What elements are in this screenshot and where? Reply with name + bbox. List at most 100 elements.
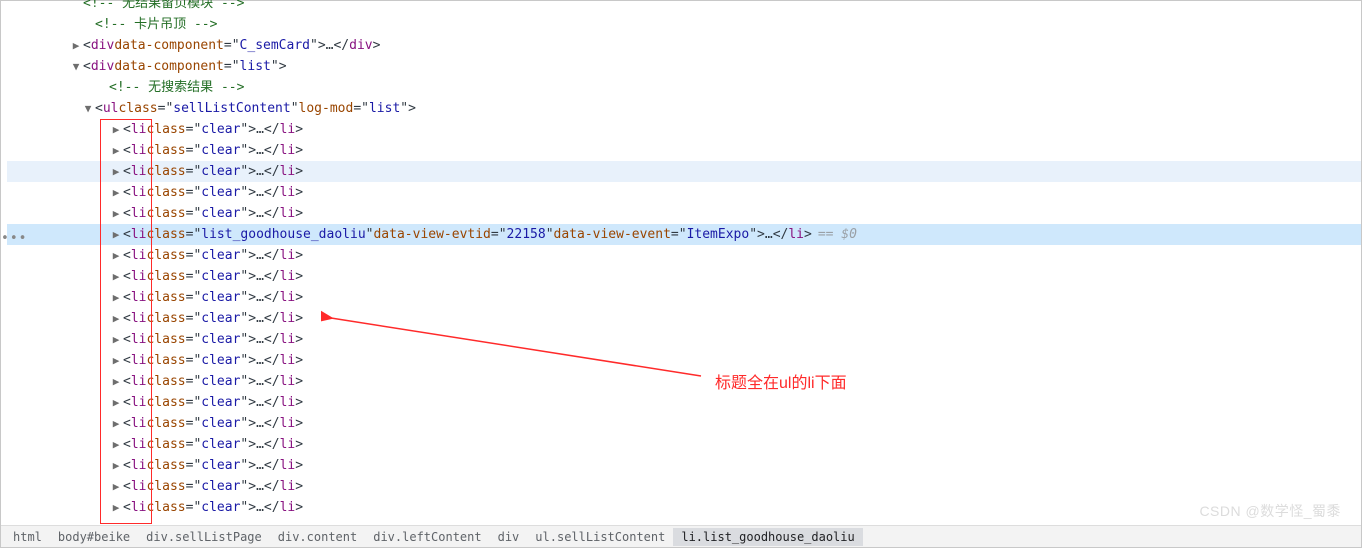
expand-arrow-icon[interactable]: ▶ [111, 224, 121, 245]
selected-element-marker: == $0 [818, 224, 857, 245]
ellipsis-icon: … [256, 329, 264, 350]
li-clear-line[interactable]: ▶<li class="clear">…</li> [7, 266, 1361, 287]
expand-arrow-icon[interactable]: ▶ [111, 329, 121, 350]
attr-name: class [146, 161, 185, 182]
expand-arrow-icon[interactable]: ▶ [71, 35, 81, 56]
li-clear-line[interactable]: ▶<li class="clear">…</li> [7, 308, 1361, 329]
tag-name: li [280, 287, 296, 308]
tag-name: li [280, 392, 296, 413]
li-clear-line[interactable]: ▶<li class="clear">…</li> [7, 497, 1361, 518]
attr-name: data-view-evtid [373, 224, 490, 245]
li-clear-line[interactable]: ▶<li class="clear">…</li> [7, 161, 1361, 182]
dom-tree-line[interactable]: <!-- 无结果留页模块 --> [7, 0, 1361, 14]
attr-value: clear [201, 287, 240, 308]
tag-name: li [280, 497, 296, 518]
li-clear-line[interactable]: ▶<li class="clear">…</li> [7, 392, 1361, 413]
div-list-line[interactable]: ▼<div data-component="list"> [7, 56, 1361, 77]
breadcrumb-item[interactable]: ul.sellListContent [527, 528, 673, 546]
tag-name: li [280, 350, 296, 371]
expand-arrow-icon[interactable]: ▶ [111, 371, 121, 392]
tag-name: li [280, 455, 296, 476]
expand-arrow-icon[interactable]: ▶ [111, 308, 121, 329]
ul-line[interactable]: ▼<ul class="sellListContent" log-mod="li… [7, 98, 1361, 119]
attr-name: data-component [114, 56, 224, 77]
expand-arrow-icon[interactable]: ▶ [111, 203, 121, 224]
ellipsis-icon: … [326, 35, 334, 56]
tag-name: li [131, 287, 147, 308]
ellipsis-icon: … [256, 119, 264, 140]
li-clear-line[interactable]: ▶<li class="clear">…</li> [7, 140, 1361, 161]
tag-name: li [131, 413, 147, 434]
attr-value: list_goodhouse_daoliu [201, 224, 365, 245]
li-clear-line[interactable]: ▶<li class="clear">…</li> [7, 182, 1361, 203]
attr-value: clear [201, 350, 240, 371]
attr-name: class [146, 455, 185, 476]
attr-value: clear [201, 140, 240, 161]
li-goodhouse-line[interactable]: ▶<li class="list_goodhouse_daoliu " data… [7, 224, 1361, 245]
li-clear-line[interactable]: ▶<li class="clear">…</li> [7, 203, 1361, 224]
li-clear-line[interactable]: ▶<li class="clear">…</li> [7, 329, 1361, 350]
expand-arrow-icon[interactable]: ▶ [111, 161, 121, 182]
ellipsis-icon: … [256, 371, 264, 392]
expand-arrow-icon[interactable]: ▶ [111, 245, 121, 266]
breadcrumb-item[interactable]: div.sellListPage [138, 528, 270, 546]
expand-arrow-icon[interactable]: ▶ [111, 497, 121, 518]
expand-arrow-icon[interactable]: ▶ [111, 350, 121, 371]
li-clear-line[interactable]: ▶<li class="clear">…</li> [7, 434, 1361, 455]
li-clear-line[interactable]: ▶<li class="clear">…</li> [7, 119, 1361, 140]
attr-name: class [146, 476, 185, 497]
li-clear-line[interactable]: ▶<li class="clear">…</li> [7, 476, 1361, 497]
expand-arrow-icon[interactable]: ▶ [111, 119, 121, 140]
breadcrumb-item[interactable]: div.leftContent [365, 528, 489, 546]
attr-name: class [146, 497, 185, 518]
li-clear-line[interactable]: ▶<li class="clear">…</li> [7, 287, 1361, 308]
expand-arrow-icon[interactable]: ▼ [71, 56, 81, 77]
expand-arrow-icon[interactable]: ▶ [111, 266, 121, 287]
watermark: CSDN @数学怪_蜀黍 [1199, 501, 1341, 521]
dom-tree[interactable]: <!-- 无结果留页模块 -->▶<!-- 卡片吊顶 -->▶<div data… [1, 1, 1361, 518]
breadcrumb-item[interactable]: li.list_goodhouse_daoliu [673, 528, 862, 546]
expand-arrow-icon[interactable]: ▶ [111, 476, 121, 497]
expand-arrow-icon[interactable]: ▶ [111, 455, 121, 476]
expand-arrow-icon[interactable]: ▶ [111, 287, 121, 308]
comment-line[interactable]: ▶<!-- 无搜索结果 --> [7, 77, 1361, 98]
attr-name: class [146, 434, 185, 455]
attr-name: class [146, 350, 185, 371]
li-clear-line[interactable]: ▶<li class="clear">…</li> [7, 371, 1361, 392]
ellipsis-icon: … [256, 434, 264, 455]
ellipsis-icon: … [256, 182, 264, 203]
li-clear-line[interactable]: ▶<li class="clear">…</li> [7, 413, 1361, 434]
expand-arrow-icon[interactable]: ▶ [111, 413, 121, 434]
breadcrumb-item[interactable]: html [5, 528, 50, 546]
expand-arrow-icon[interactable]: ▶ [111, 140, 121, 161]
tag-name: li [280, 182, 296, 203]
ellipsis-icon: … [765, 224, 773, 245]
ellipsis-icon: … [256, 203, 264, 224]
li-clear-line[interactable]: ▶<li class="clear">…</li> [7, 245, 1361, 266]
expand-arrow-icon[interactable]: ▶ [111, 434, 121, 455]
tag-name: li [131, 182, 147, 203]
li-clear-line[interactable]: ▶<li class="clear">…</li> [7, 350, 1361, 371]
breadcrumb-item[interactable]: body#beike [50, 528, 138, 546]
attr-name: class [146, 329, 185, 350]
html-comment: <!-- 无结果留页模块 --> [83, 0, 244, 14]
tag-name: li [131, 203, 147, 224]
breadcrumbs-bar[interactable]: htmlbody#beikediv.sellListPagediv.conten… [1, 525, 1361, 547]
expand-arrow-icon[interactable]: ▼ [83, 98, 93, 119]
li-clear-line[interactable]: ▶<li class="clear">…</li> [7, 455, 1361, 476]
attr-name: class [146, 119, 185, 140]
attr-value: clear [201, 413, 240, 434]
div-semcard-line[interactable]: ▶<div data-component="C_semCard">…</div> [7, 35, 1361, 56]
expand-arrow-icon[interactable]: ▶ [111, 182, 121, 203]
ellipsis-icon: … [256, 413, 264, 434]
attr-value: list [240, 56, 271, 77]
comment-line[interactable]: ▶<!-- 卡片吊顶 --> [7, 14, 1361, 35]
attr-value: clear [201, 161, 240, 182]
attr-value: clear [201, 308, 240, 329]
breadcrumb-item[interactable]: div.content [270, 528, 365, 546]
breadcrumb-item[interactable]: div [490, 528, 528, 546]
attr-value: 22158 [507, 224, 546, 245]
expand-arrow-icon[interactable]: ▶ [111, 392, 121, 413]
attr-value: clear [201, 203, 240, 224]
attr-name: class [146, 392, 185, 413]
